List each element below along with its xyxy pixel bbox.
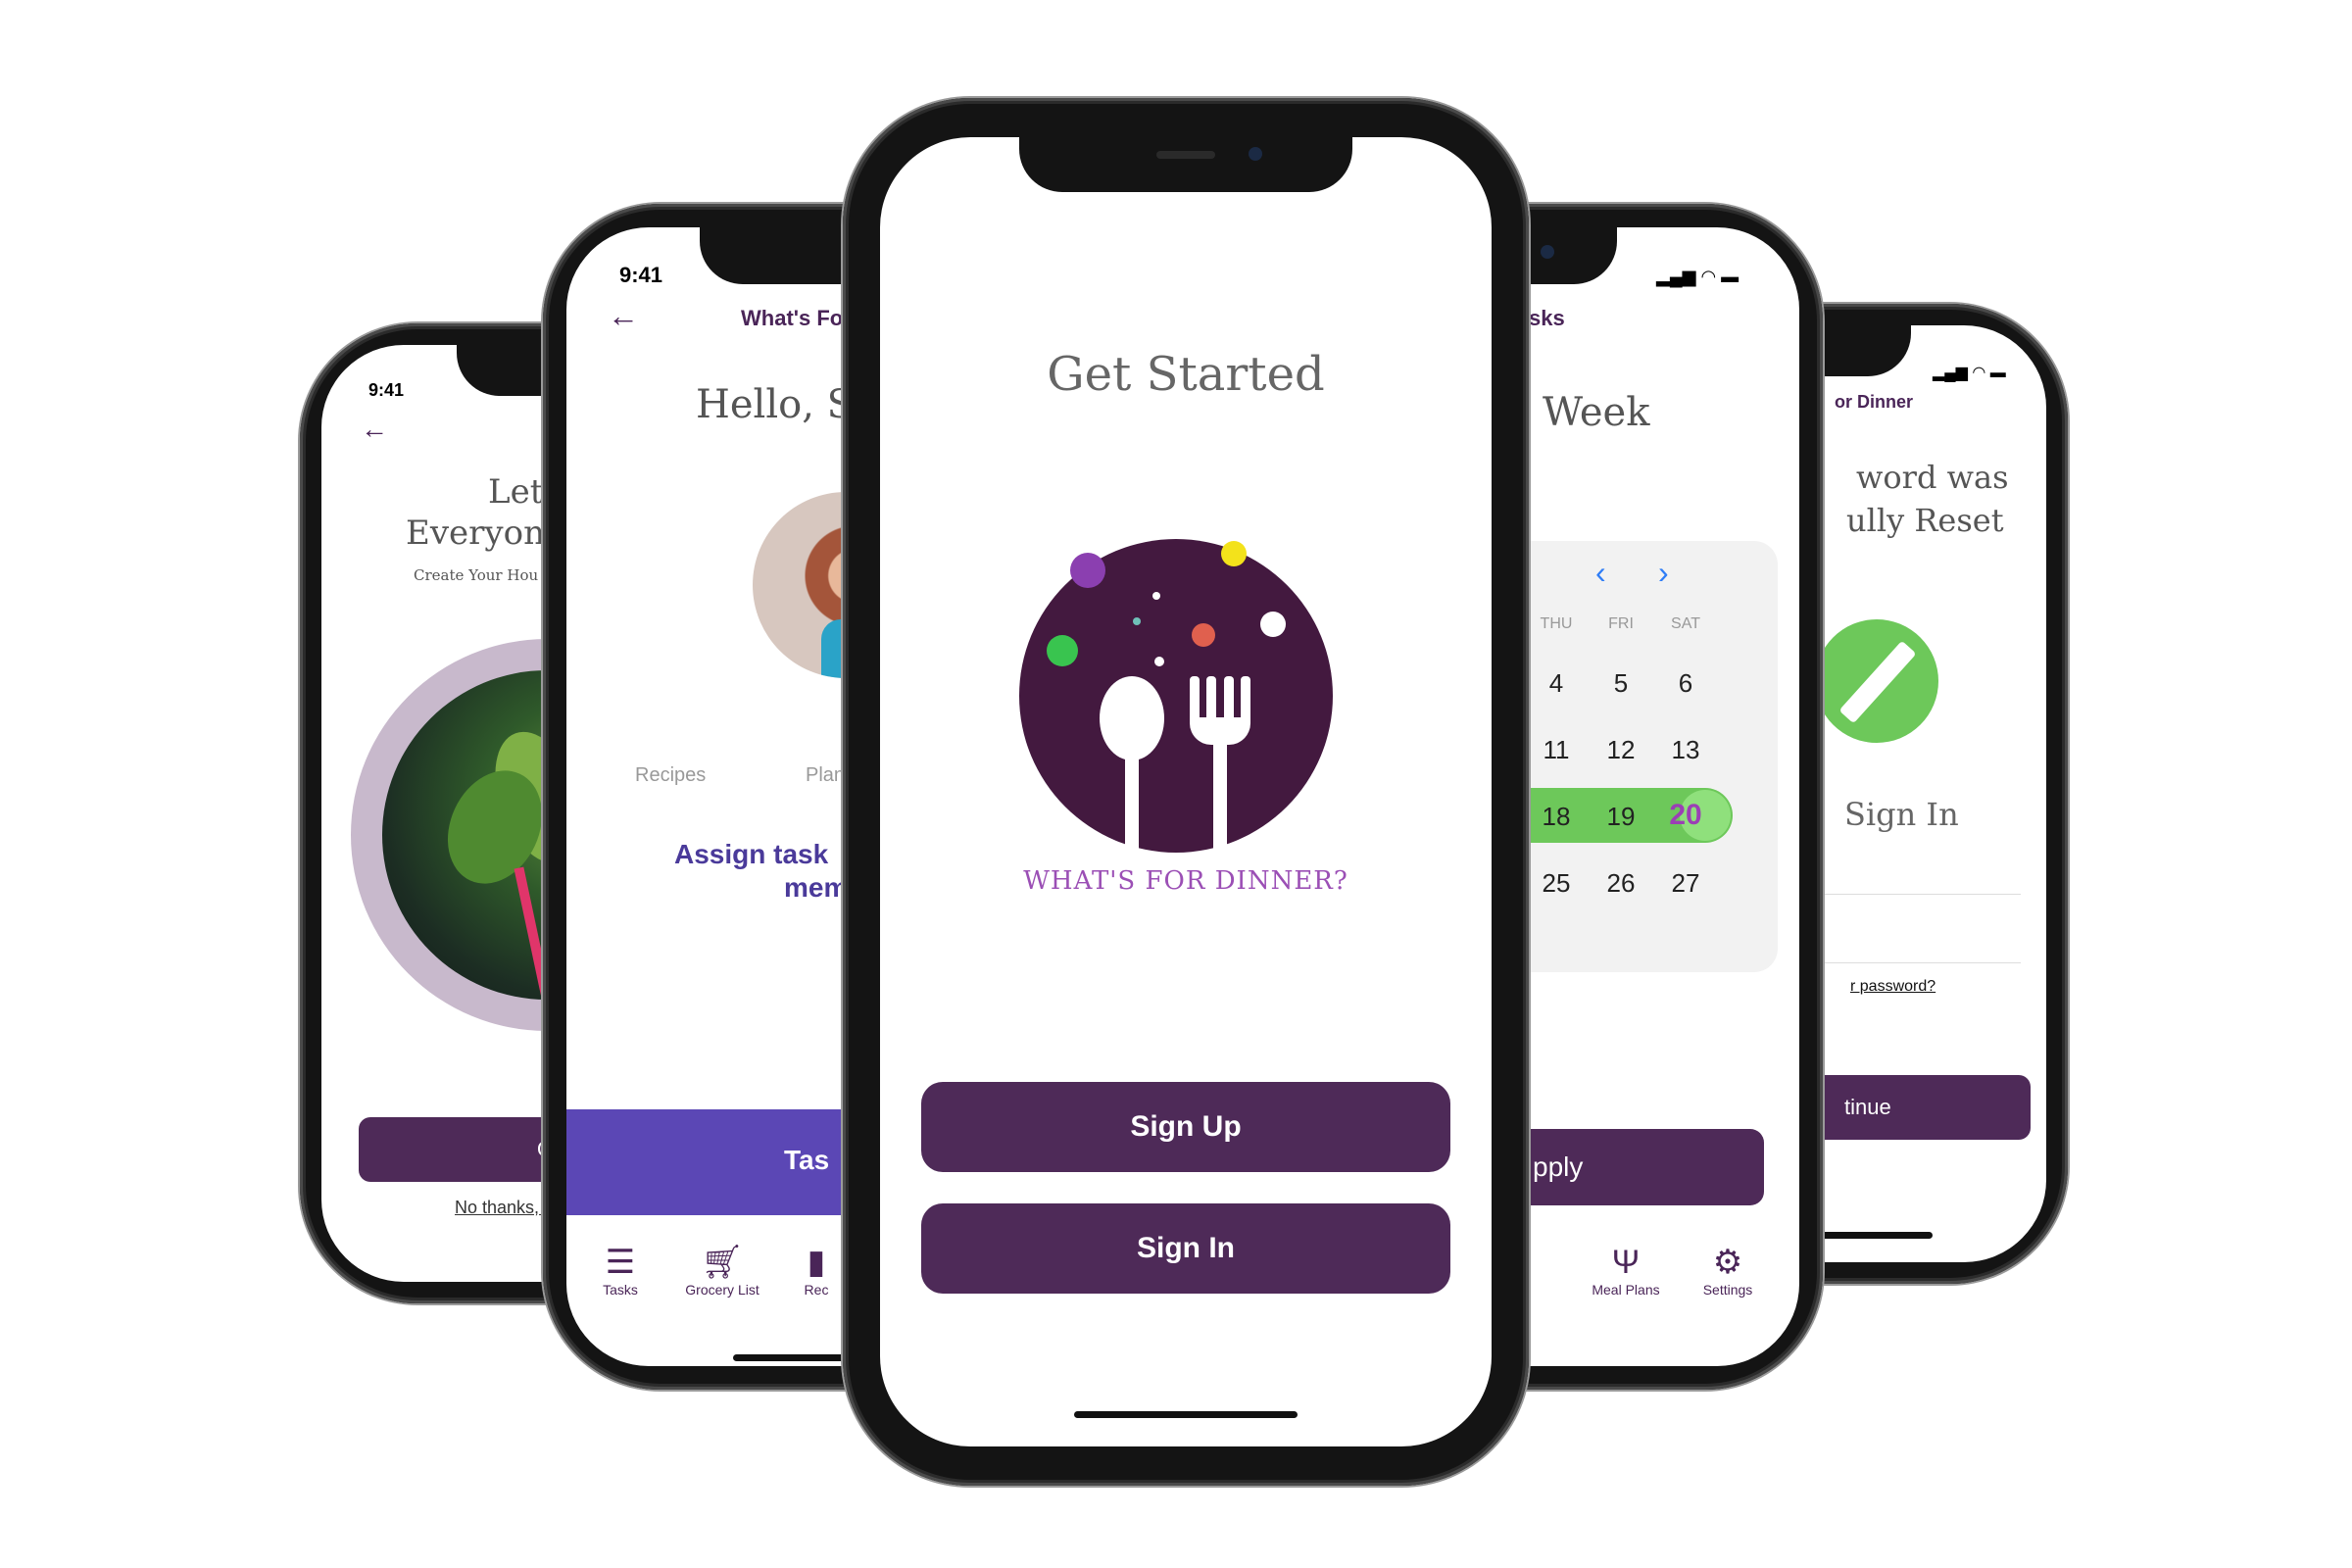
back-arrow-icon[interactable]: ← [361, 414, 388, 445]
fork-handle [1213, 735, 1227, 853]
email-field-divider [1825, 894, 2021, 895]
nav-meal-plans[interactable]: Ψ Meal Plans [1572, 1243, 1680, 1298]
weekday-thu: THU [1540, 615, 1573, 632]
calendar-day[interactable]: 4 [1527, 668, 1586, 699]
phone-mockup-get-started: Get Started WHAT'S FOR DINNER? Sign Up S… [843, 98, 1529, 1486]
tasks-icon: ☰ [605, 1244, 636, 1281]
nav-grocery-label: Grocery List [685, 1282, 760, 1298]
nav-title: sks [1529, 306, 1565, 330]
reset-message-line2: ully Reset [1846, 502, 2004, 539]
utensils-icon: Ψ [1611, 1244, 1641, 1281]
calendar-day[interactable]: 12 [1592, 735, 1650, 765]
back-arrow-icon[interactable]: ← [608, 298, 639, 334]
week-heading: Week [1543, 390, 1650, 435]
calendar-day[interactable]: 13 [1656, 735, 1715, 765]
nav-settings-label: Settings [1702, 1282, 1753, 1298]
logo-dot-yellow [1221, 541, 1247, 566]
calendar-day[interactable]: 26 [1592, 868, 1650, 899]
onboarding-subtitle: Create Your Hou [414, 566, 539, 584]
nav-tasks[interactable]: ☰ Tasks [566, 1243, 674, 1298]
assign-task-line2: mem [784, 872, 849, 903]
nav-grocery-list[interactable]: 🛒︎ Grocery List [668, 1243, 776, 1298]
calendar-day[interactable]: 6 [1656, 668, 1715, 699]
calendar-day[interactable]: 5 [1592, 668, 1650, 699]
nav-title: What's Fo [741, 306, 844, 330]
nav-title: or Dinner [1835, 392, 1914, 412]
status-time: 9:41 [368, 380, 405, 400]
page-title: Get Started [1047, 347, 1325, 402]
signal-wifi-battery-icon: ▂▄▆ ◠ ▬ [1656, 267, 1740, 286]
home-indicator [1074, 1411, 1298, 1418]
weekday-sat: SAT [1671, 615, 1700, 632]
weekday-fri: FRI [1608, 615, 1634, 632]
calendar-day-today[interactable]: 20 [1656, 799, 1715, 832]
calendar-prev-icon[interactable]: ‹ [1595, 555, 1606, 591]
logo-dot-small [1133, 617, 1141, 625]
phone-notch [1019, 137, 1352, 192]
logo-dot-small [1152, 592, 1160, 600]
reset-message-line1: word was [1856, 459, 2009, 496]
onboarding-title-line2: Everyone [406, 514, 565, 553]
logo-dot-red [1192, 623, 1215, 647]
nav-tasks-label: Tasks [603, 1282, 638, 1298]
spoon-handle [1125, 745, 1139, 853]
tab-recipes[interactable]: Recipes [635, 764, 706, 787]
sign-up-button[interactable]: Sign Up [921, 1082, 1450, 1172]
sign-in-heading: Sign In [1844, 796, 1959, 833]
tab-plan[interactable]: Plan [806, 764, 845, 787]
logo-wordmark: WHAT'S FOR DINNER? [1023, 866, 1348, 896]
phone-screen: Get Started WHAT'S FOR DINNER? Sign Up S… [880, 137, 1492, 1446]
status-time: 9:41 [619, 263, 663, 287]
logo-dot-small [1154, 657, 1164, 666]
tasks-action-label: Tas [784, 1145, 830, 1175]
assign-task-line1: Assign task [674, 839, 829, 869]
nav-settings[interactable]: ⚙ Settings [1674, 1243, 1782, 1298]
camera-dot [1249, 147, 1262, 161]
app-logo [1019, 539, 1333, 853]
calendar-day[interactable]: 19 [1592, 802, 1650, 832]
forgot-password-link[interactable]: r password? [1850, 978, 1936, 996]
no-thanks-link[interactable]: No thanks, I'l [455, 1198, 556, 1218]
logo-dot-green [1047, 635, 1078, 666]
sign-in-button[interactable]: Sign In [921, 1203, 1450, 1294]
calendar-day[interactable]: 11 [1527, 735, 1586, 765]
fork-icon [1190, 676, 1250, 745]
signal-wifi-battery-icon: ▂▄▆ ◠ ▬ [1933, 365, 2006, 381]
logo-dot-white [1260, 612, 1286, 637]
nav-meal-plans-label: Meal Plans [1592, 1282, 1660, 1298]
calendar-day[interactable]: 18 [1527, 802, 1586, 832]
camera-dot [1541, 245, 1554, 259]
password-field-divider [1825, 962, 2021, 963]
calendar-day[interactable]: 25 [1527, 868, 1586, 899]
calendar-day[interactable]: 27 [1656, 868, 1715, 899]
nav-recipes-label: Rec [804, 1282, 829, 1298]
speaker-grille [1156, 151, 1215, 159]
success-check-icon [1815, 619, 1938, 743]
cart-icon: 🛒︎ [701, 1244, 744, 1281]
gear-icon: ⚙ [1712, 1244, 1743, 1281]
calendar-next-icon[interactable]: › [1658, 555, 1669, 591]
logo-dot-purple [1070, 553, 1105, 588]
